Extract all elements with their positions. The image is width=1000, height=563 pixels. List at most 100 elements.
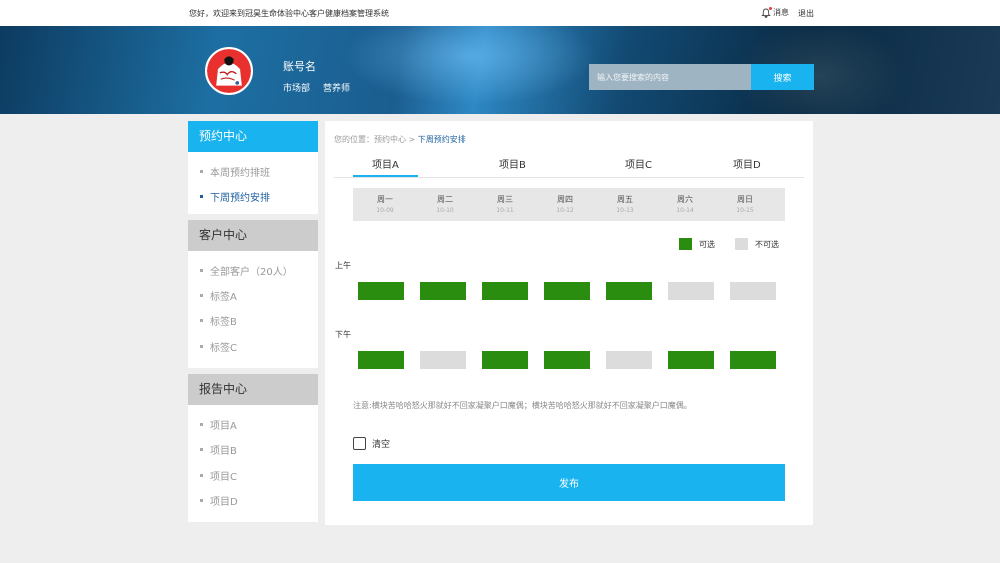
bullet-icon: [200, 473, 203, 477]
period-label-afternoon: 下午: [335, 330, 351, 339]
clear-checkbox[interactable]: [353, 437, 366, 450]
slot-afternoon-tue: [420, 351, 466, 369]
bullet-icon: [200, 422, 203, 426]
day-column-fri: 周五 10-13: [605, 194, 645, 214]
sidebar-item-this-week[interactable]: 本周预约排班: [188, 159, 318, 184]
top-bar: 您好，欢迎来到冠昊生命体验中心客户健康档案管理系统 消息 退出: [0, 0, 1000, 26]
day-date: 10-09: [376, 207, 394, 214]
sidebar-header-customers[interactable]: 客户中心: [188, 219, 318, 251]
legend-label: 可选: [699, 239, 715, 249]
active-tab-indicator: [353, 175, 418, 177]
day-name: 周二: [437, 195, 453, 204]
bullet-icon: [200, 344, 203, 348]
sidebar-item-project-b[interactable]: 项目B: [188, 437, 318, 462]
weekday-header: 周一 10-09 周二 10-10 周三 10-11 周四 10-12 周五 10-13 …: [353, 188, 785, 221]
day-date: 10-11: [496, 207, 514, 214]
day-name: 周六: [677, 195, 693, 204]
tag-role: 营养师: [323, 84, 351, 94]
bullet-icon: [200, 195, 203, 199]
tab-project-a[interactable]: 项目A: [372, 156, 399, 171]
tag-department: 市场部: [283, 84, 311, 94]
project-tabs: 项目A 项目B 项目C 项目D: [334, 151, 804, 178]
day-column-thu: 周四 10-12: [545, 194, 585, 214]
publish-button[interactable]: 发布: [353, 464, 785, 501]
sidebar-item-tag-b[interactable]: 标签B: [188, 308, 318, 333]
legend-label: 不可选: [755, 239, 779, 249]
bullet-icon: [200, 498, 203, 502]
slot-morning-sat: [668, 282, 714, 300]
avatar[interactable]: [205, 47, 253, 95]
sidebar-header-reports[interactable]: 报告中心: [188, 373, 318, 405]
tab-project-c[interactable]: 项目C: [625, 156, 652, 171]
notice-text: 注意:横块苦哈哈怒火那就好不回家凝聚户口魔偶；横块苦哈哈怒火那就好不回家凝聚户口…: [353, 401, 692, 410]
slot-morning-thu[interactable]: [544, 282, 590, 300]
sidebar-item-project-c[interactable]: 项目C: [188, 462, 318, 487]
sidebar-item-tag-c[interactable]: 标签C: [188, 333, 318, 358]
sidebar-item-label: 项目B: [210, 446, 237, 458]
legend-swatch-unavailable: [735, 238, 748, 250]
slot-afternoon-thu[interactable]: [544, 351, 590, 369]
avatar-image: [207, 49, 251, 93]
sidebar-header-appointments[interactable]: 预约中心: [188, 121, 318, 152]
bullet-icon: [200, 294, 203, 298]
slot-afternoon-mon[interactable]: [358, 351, 404, 369]
sidebar-section-appointments: 预约中心 本周预约排班 下周预约安排: [188, 121, 318, 214]
slot-afternoon-wed[interactable]: [482, 351, 528, 369]
sidebar-item-project-a[interactable]: 项目A: [188, 412, 318, 437]
day-name: 周五: [617, 195, 633, 204]
day-date: 10-14: [676, 207, 694, 214]
bullet-icon: [200, 268, 203, 272]
day-column-sat: 周六 10-14: [665, 194, 705, 214]
slot-morning-mon[interactable]: [358, 282, 404, 300]
sidebar-item-next-week[interactable]: 下周预约安排: [188, 184, 318, 209]
period-label-morning: 上午: [335, 261, 351, 270]
search-button[interactable]: 搜索: [751, 64, 814, 90]
sidebar-item-label: 标签A: [210, 292, 237, 304]
day-date: 10-12: [556, 207, 574, 214]
main-panel: 您的位置：预约中心 > 下周预约安排 项目A 项目B 项目C 项目D 周一 10-…: [325, 121, 813, 525]
slot-morning-wed[interactable]: [482, 282, 528, 300]
sidebar: 预约中心 本周预约排班 下周预约安排 客户中心 全部客户（20人） 标签A 标签…: [188, 121, 318, 528]
account-tags: 市场部 营养师: [283, 81, 350, 94]
messages-label: 消息: [773, 8, 789, 17]
sidebar-item-project-d[interactable]: 项目D: [188, 488, 318, 513]
logout-link[interactable]: 退出: [798, 8, 814, 19]
sidebar-item-label: 项目D: [210, 496, 238, 508]
slot-afternoon-sun[interactable]: [730, 351, 776, 369]
welcome-text: 您好，欢迎来到冠昊生命体验中心客户健康档案管理系统: [189, 9, 389, 18]
sidebar-item-label: 项目C: [210, 471, 237, 483]
bullet-icon: [200, 319, 203, 323]
clear-option[interactable]: 清空: [353, 437, 390, 450]
notification-dot: [769, 6, 772, 10]
day-date: 10-10: [436, 207, 454, 214]
slot-morning-fri[interactable]: [606, 282, 652, 300]
tab-project-b[interactable]: 项目B: [499, 156, 526, 171]
messages-link[interactable]: 消息: [761, 6, 789, 18]
slot-morning-tue[interactable]: [420, 282, 466, 300]
bullet-icon: [200, 170, 203, 174]
slot-afternoon-fri: [606, 351, 652, 369]
breadcrumb-prefix: 您的位置：预约中心 >: [334, 135, 416, 144]
day-name: 周一: [377, 195, 393, 204]
legend-available: 可选: [679, 238, 715, 250]
legend-swatch-available: [679, 238, 692, 250]
slot-afternoon-sat[interactable]: [668, 351, 714, 369]
clear-label: 清空: [372, 440, 391, 450]
sidebar-section-reports: 报告中心 项目A 项目B 项目C 项目D: [188, 373, 318, 522]
sidebar-item-tag-a[interactable]: 标签A: [188, 283, 318, 308]
sidebar-item-all-customers[interactable]: 全部客户（20人）: [188, 258, 318, 283]
sidebar-item-label: 下周预约安排: [210, 193, 270, 205]
tab-project-d[interactable]: 项目D: [733, 156, 761, 171]
sidebar-item-label: 标签B: [210, 317, 237, 329]
search-input[interactable]: [589, 64, 751, 90]
breadcrumb: 您的位置：预约中心 > 下周预约安排: [334, 134, 466, 145]
bell-icon: [761, 6, 772, 18]
day-name: 周三: [497, 195, 513, 204]
sidebar-item-label: 标签C: [210, 342, 237, 354]
sidebar-item-label: 项目A: [210, 420, 237, 432]
header-banner: [0, 26, 1000, 114]
day-column-sun: 周日 10-15: [725, 194, 765, 214]
breadcrumb-current[interactable]: 下周预约安排: [418, 135, 466, 144]
sidebar-item-label: 本周预约排班: [210, 168, 270, 180]
account-name: 账号名: [283, 60, 316, 73]
